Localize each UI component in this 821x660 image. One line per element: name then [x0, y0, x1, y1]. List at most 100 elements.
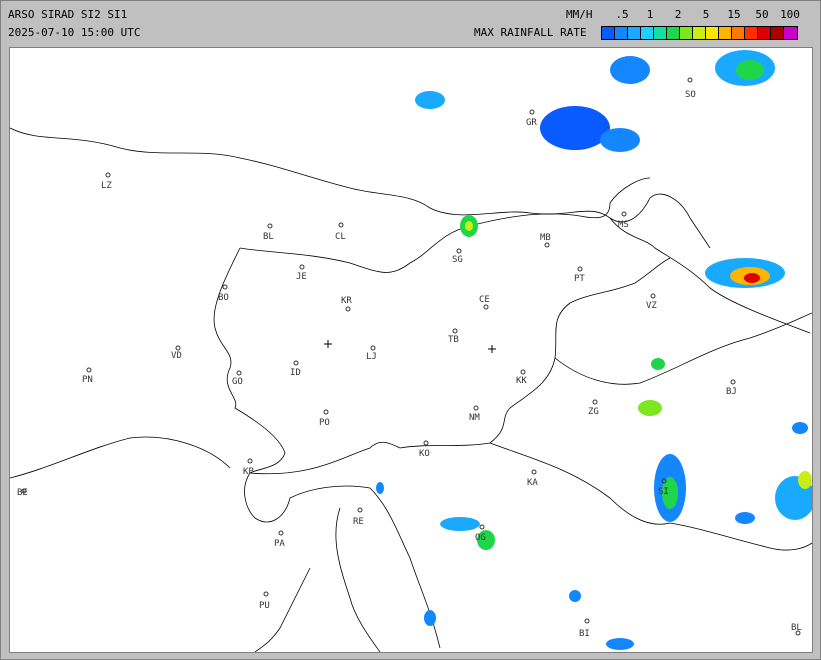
city-label: ID — [290, 368, 301, 378]
city-marker: PU — [259, 591, 270, 611]
city-marker: GR — [526, 109, 537, 128]
echo-cell — [600, 128, 640, 152]
echo-cell — [465, 221, 473, 231]
legend-swatch — [732, 27, 745, 39]
color-scale — [601, 26, 798, 40]
legend-swatch — [771, 27, 784, 39]
radar-site-marker — [488, 345, 496, 353]
echo-cell — [440, 517, 480, 531]
city-marker: KK — [516, 369, 527, 386]
echo-cell — [798, 471, 812, 489]
city-marker: TB — [448, 328, 459, 345]
coastline — [10, 436, 441, 652]
city-label: GO — [232, 377, 243, 387]
city-label: KA — [527, 478, 538, 488]
city-marker: SG — [452, 248, 463, 265]
legend-tick: 5 — [702, 8, 710, 21]
legend-swatch — [745, 27, 758, 39]
radar-site-marker — [324, 340, 332, 348]
city-marker: BI — [579, 618, 590, 639]
city-label: SO — [685, 90, 696, 100]
city-label: PO — [319, 418, 330, 428]
echo-cell — [736, 60, 764, 80]
echo-cell — [610, 56, 650, 84]
city-label: CL — [335, 232, 346, 242]
city-label: BO — [218, 293, 229, 303]
city-label: KP — [243, 467, 254, 477]
city-marker: JE — [296, 264, 307, 282]
legend-title: MAX RAINFALL RATE — [474, 26, 587, 39]
legend-swatch — [615, 27, 628, 39]
echo-cell — [415, 91, 445, 109]
echo-cell — [792, 422, 808, 434]
slovenia-border — [213, 177, 811, 475]
city-marker: BL — [263, 223, 274, 242]
city-marker: LJ — [366, 345, 377, 362]
city-marker: CE — [479, 295, 490, 310]
legend-tick: 15 — [727, 8, 741, 21]
city-marker: MB — [540, 233, 551, 248]
city-marker: BJ — [726, 379, 737, 397]
crosshairs — [324, 340, 496, 353]
city-marker: ZG — [588, 399, 599, 417]
city-marker: RE — [353, 507, 364, 527]
city-label: MS — [618, 220, 629, 230]
city-label: PT — [574, 274, 585, 284]
radar-echoes — [376, 50, 812, 650]
echo-cell — [735, 512, 755, 524]
city-marker: MS — [618, 211, 629, 230]
echo-cell — [651, 358, 665, 370]
echo-cell — [376, 482, 384, 494]
city-label: SG — [452, 255, 463, 265]
echo-cell — [424, 610, 436, 626]
echo-cell — [638, 400, 662, 416]
city-marker: BO — [218, 284, 229, 303]
city-marker: ID — [290, 360, 301, 378]
legend-swatch — [628, 27, 641, 39]
city-marker: PO — [319, 409, 330, 428]
timestamp: 2025-07-10 15:00 UTC — [8, 26, 141, 39]
radar-map: SO GR LZ BL CL MS MB SG JE PT BO KR CE V… — [9, 47, 813, 653]
city-marker: PA — [274, 530, 285, 549]
city-markers: SO GR LZ BL CL MS MB SG JE PT BO KR CE V… — [17, 77, 802, 639]
city-label: PA — [274, 539, 285, 549]
city-label: BI — [579, 629, 590, 639]
city-marker: KP — [243, 458, 254, 477]
legend-tick: 1 — [646, 8, 654, 21]
legend-tick: 50 — [755, 8, 769, 21]
borders — [10, 127, 812, 652]
city-label: VZ — [646, 301, 657, 311]
city-label: GR — [526, 118, 537, 128]
city-label: KO — [419, 449, 430, 459]
city-label: PU — [259, 601, 270, 611]
city-label: KK — [516, 376, 527, 386]
city-label: JE — [296, 272, 307, 282]
city-marker: NM — [469, 405, 480, 423]
legend-swatch — [693, 27, 706, 39]
city-label: RE — [353, 517, 364, 527]
city-marker: VD — [171, 345, 182, 361]
city-marker: LZ — [101, 172, 112, 191]
legend-swatch — [641, 27, 654, 39]
city-marker: KR — [341, 296, 352, 312]
city-marker: KO — [419, 440, 430, 459]
legend-swatch — [719, 27, 732, 39]
city-label: PN — [82, 375, 93, 385]
unit-label: MM/H — [566, 8, 593, 21]
legend-swatch — [758, 27, 771, 39]
legend-swatch — [654, 27, 667, 39]
city-marker: PN — [82, 367, 93, 385]
city-marker: BL — [791, 623, 802, 636]
city-label: VD — [171, 351, 182, 361]
city-label: LZ — [101, 181, 112, 191]
city-label: KR — [341, 296, 352, 306]
product-title: ARSO SIRAD SI2 SI1 — [8, 8, 128, 21]
city-marker: GO — [232, 370, 243, 387]
city-label: LJ — [366, 352, 377, 362]
city-label: CE — [479, 295, 490, 305]
legend-swatch — [602, 27, 615, 39]
legend-tick: 2 — [674, 8, 682, 21]
echo-cell — [744, 273, 760, 283]
city-marker: KA — [527, 469, 538, 488]
legend-swatch — [667, 27, 680, 39]
